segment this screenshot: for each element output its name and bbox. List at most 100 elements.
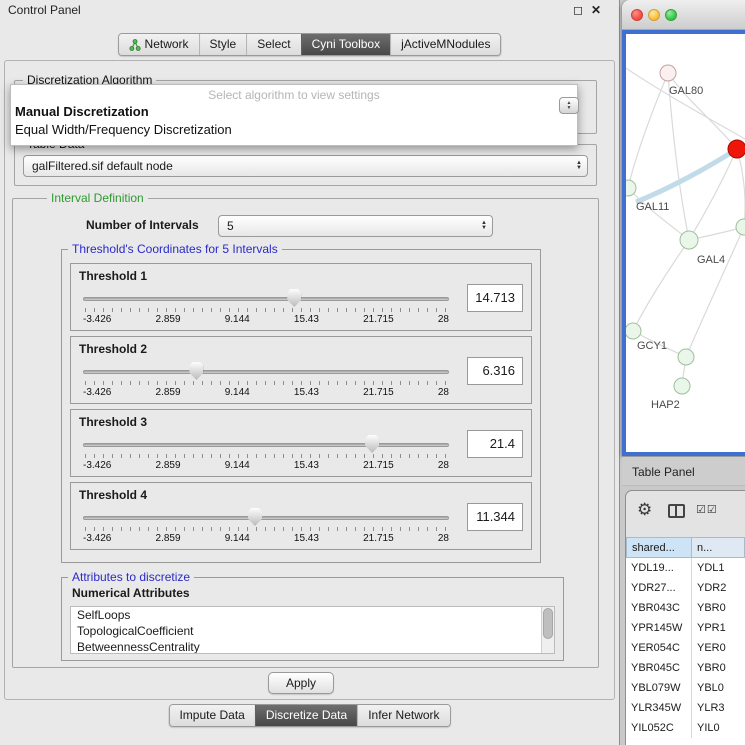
- tab-style[interactable]: Style: [199, 34, 247, 55]
- column-header-shared-name[interactable]: shared...: [626, 537, 692, 558]
- cell[interactable]: YPR1: [692, 618, 745, 638]
- table-toolbar: ⚙ ☑☑: [626, 491, 745, 533]
- network-node[interactable]: [736, 219, 745, 235]
- right-panel: GAL80 GAL11 GAL4 GCY1 HAP2 Table Panel ⚙…: [620, 0, 745, 745]
- popup-placeholder: Select algorithm to view settings: [11, 88, 577, 103]
- threshold-label: Threshold 3: [79, 415, 147, 429]
- slider-track[interactable]: [83, 297, 449, 301]
- cell[interactable]: YBL0: [692, 678, 745, 698]
- tick-label: 15.43: [294, 387, 319, 398]
- cell[interactable]: YDR2: [692, 578, 745, 598]
- slider-tickmarks: [85, 381, 447, 385]
- threshold-2-slider[interactable]: -3.426 2.859 9.144 15.43 21.715 28: [83, 361, 449, 401]
- cell[interactable]: YBL079W: [626, 678, 692, 698]
- cell[interactable]: YBR0: [692, 598, 745, 618]
- network-node[interactable]: [678, 349, 694, 365]
- apply-button[interactable]: Apply: [268, 672, 334, 694]
- tick-label: 2.859: [156, 533, 181, 544]
- threshold-3-value-field[interactable]: 21.4: [467, 430, 523, 458]
- cell[interactable]: YPR145W: [626, 618, 692, 638]
- cell[interactable]: YBR0: [692, 658, 745, 678]
- top-tab-bar: Network Style Select Cyni Toolbox jActiv…: [118, 33, 502, 56]
- table-row[interactable]: YBR045CYBR0: [626, 658, 745, 678]
- network-node[interactable]: [680, 231, 698, 249]
- cell[interactable]: YLR3: [692, 698, 745, 718]
- tab-cyni-toolbox[interactable]: Cyni Toolbox: [301, 34, 390, 55]
- screen: Control Panel ◻ ✕ Network Style Select C…: [0, 0, 745, 745]
- table-row[interactable]: YER054CYER0: [626, 638, 745, 658]
- list-item[interactable]: TopologicalCoefficient: [71, 623, 554, 639]
- table-row[interactable]: YPR145WYPR1: [626, 618, 745, 638]
- tick-label: -3.426: [83, 533, 111, 544]
- group-title: Interval Definition: [47, 191, 148, 205]
- tab-jactivemnodules[interactable]: jActiveMNodules: [390, 34, 500, 55]
- column-header-name[interactable]: n...: [692, 537, 745, 558]
- network-canvas[interactable]: GAL80 GAL11 GAL4 GCY1 HAP2: [622, 30, 745, 456]
- tick-label: 9.144: [225, 533, 250, 544]
- selected-node[interactable]: [728, 140, 745, 158]
- close-icon[interactable]: ✕: [591, 3, 601, 17]
- network-node[interactable]: [626, 323, 641, 339]
- cell[interactable]: YLR345W: [626, 698, 692, 718]
- list-item[interactable]: SelfLoops: [71, 607, 554, 623]
- float-icon[interactable]: ◻: [573, 3, 583, 17]
- cell[interactable]: YER0: [692, 638, 745, 658]
- table-data-combo[interactable]: galFiltered.sif default node ▲ ▼: [23, 155, 588, 177]
- menu-item-equal-width-frequency[interactable]: Equal Width/Frequency Discretization: [11, 121, 577, 139]
- control-panel-window: Control Panel ◻ ✕ Network Style Select C…: [0, 0, 620, 745]
- network-node[interactable]: [674, 378, 690, 394]
- slider-track[interactable]: [83, 443, 449, 447]
- threshold-4-slider[interactable]: -3.426 2.859 9.144 15.43 21.715 28: [83, 507, 449, 547]
- threshold-4-value-field[interactable]: 11.344: [467, 503, 523, 531]
- minimize-button[interactable]: [648, 9, 660, 21]
- scrollbar-thumb[interactable]: [543, 608, 553, 639]
- cell[interactable]: YDL19...: [626, 558, 692, 578]
- num-intervals-combo[interactable]: 5 ▲ ▼: [218, 215, 493, 237]
- network-node[interactable]: [660, 65, 676, 81]
- slider-track[interactable]: [83, 516, 449, 520]
- node-label: GAL11: [636, 201, 669, 213]
- table-row[interactable]: YBR043CYBR0: [626, 598, 745, 618]
- close-button[interactable]: [631, 9, 643, 21]
- tick-label: 15.43: [294, 460, 319, 471]
- threshold-1-value-field[interactable]: 14.713: [467, 284, 523, 312]
- slider-handle[interactable]: [287, 289, 301, 307]
- tab-discretize-data[interactable]: Discretize Data: [255, 705, 357, 726]
- cell[interactable]: YBR043C: [626, 598, 692, 618]
- gear-icon[interactable]: ⚙: [637, 500, 652, 520]
- table-row[interactable]: YBL079WYBL0: [626, 678, 745, 698]
- slider-handle[interactable]: [248, 508, 262, 526]
- algorithm-dropdown-popup: Select algorithm to view settings Manual…: [10, 84, 578, 146]
- node-label: GAL80: [669, 85, 703, 97]
- select-columns-icon[interactable]: ☑☑: [696, 503, 718, 516]
- slider-handle[interactable]: [189, 362, 203, 380]
- threshold-1-slider[interactable]: -3.426 2.859 9.144 15.43 21.715 28: [83, 288, 449, 328]
- threshold-3-slider[interactable]: -3.426 2.859 9.144 15.43 21.715 28: [83, 434, 449, 474]
- cell[interactable]: YDR27...: [626, 578, 692, 598]
- table-row[interactable]: YIL052CYIL0: [626, 718, 745, 738]
- cell[interactable]: YBR045C: [626, 658, 692, 678]
- threshold-2-value-field[interactable]: 6.316: [467, 357, 523, 385]
- window-title: Control Panel: [8, 3, 81, 17]
- network-node[interactable]: [626, 180, 636, 196]
- tab-select[interactable]: Select: [246, 34, 300, 55]
- tab-impute-data[interactable]: Impute Data: [169, 705, 254, 726]
- table-row[interactable]: YLR345WYLR3: [626, 698, 745, 718]
- algorithm-combo-stepper[interactable]: ▲ ▼: [559, 97, 579, 114]
- columns-icon[interactable]: [668, 504, 685, 518]
- cell[interactable]: YIL052C: [626, 718, 692, 738]
- cell[interactable]: YER054C: [626, 638, 692, 658]
- tab-infer-network[interactable]: Infer Network: [357, 705, 449, 726]
- scrollbar[interactable]: [541, 607, 554, 653]
- table-row[interactable]: YDL19...YDL1: [626, 558, 745, 578]
- list-item[interactable]: BetweennessCentrality: [71, 639, 554, 654]
- cell[interactable]: YIL0: [692, 718, 745, 738]
- zoom-button[interactable]: [665, 9, 677, 21]
- table-row[interactable]: YDR27...YDR2: [626, 578, 745, 598]
- slider-track[interactable]: [83, 370, 449, 374]
- tab-network[interactable]: Network: [119, 34, 199, 55]
- tick-label: 9.144: [225, 314, 250, 325]
- slider-handle[interactable]: [365, 435, 379, 453]
- menu-item-manual-discretization[interactable]: Manual Discretization: [11, 103, 577, 121]
- cell[interactable]: YDL1: [692, 558, 745, 578]
